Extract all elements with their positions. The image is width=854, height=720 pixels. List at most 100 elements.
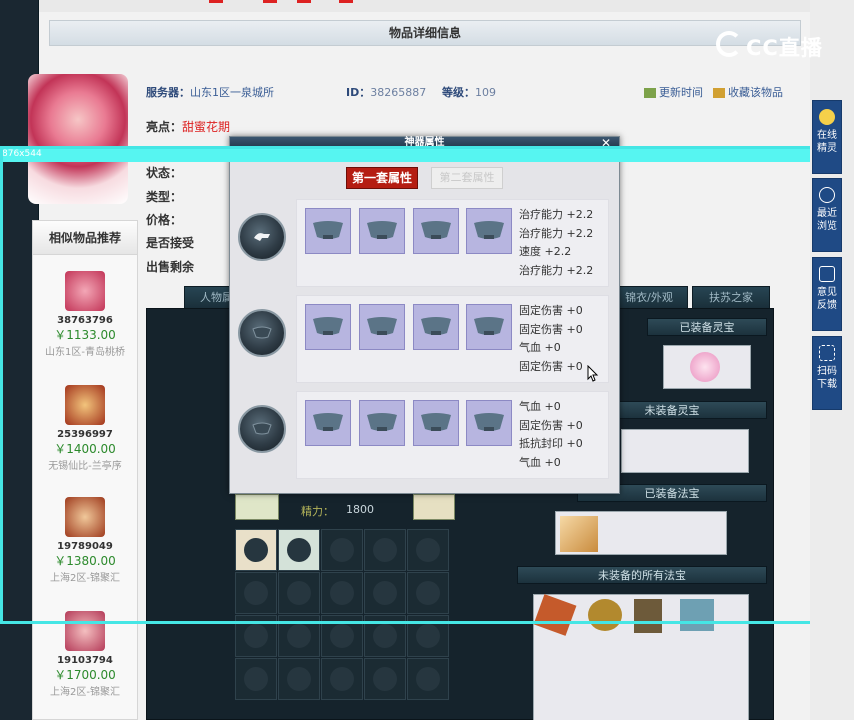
favorite-link[interactable]: 收藏该物品 [713,84,783,100]
slot-item[interactable] [466,400,512,446]
similar-item-thumb[interactable] [65,611,105,651]
slot-item[interactable] [305,304,351,350]
empty-slot[interactable] [321,529,363,571]
weapon-item-icon[interactable] [533,594,577,636]
similar-item[interactable]: 19103794 ￥1700.00 上海2区-锦聚汇 [33,611,137,698]
attribute-row-1: 治疗能力 +2.2 治疗能力 +2.2 速度 +2.2 治疗能力 +2.2 [296,199,609,287]
empty-slot[interactable] [407,572,449,614]
mouse-cursor-icon [587,365,599,382]
sidebar-feedback[interactable]: 意见 反馈 [812,257,842,331]
slot-item[interactable] [305,400,351,446]
highlight-field: 亮点：甜蜜花期 [146,120,231,134]
stat-line: 抵抗封印 +0 [519,437,583,450]
empty-slot[interactable] [235,658,277,700]
left-item-slot[interactable] [235,494,279,520]
slot-item[interactable] [359,208,405,254]
stat-line: 治疗能力 +2.2 [519,226,594,240]
similar-item-thumb[interactable] [65,385,105,425]
stat-line: 气血 +0 [519,400,561,413]
bow-item-icon[interactable] [680,599,714,631]
attribute-row-3: 气血 +0 固定伤害 +0 抵抗封印 +0 气血 +0 [296,391,609,479]
stat-line: 气血 +0 [519,341,561,354]
edit-icon [819,266,835,282]
id-value: 38265887 [370,86,427,99]
pendant-item[interactable] [278,529,320,571]
empty-slot[interactable] [235,572,277,614]
scan-icon [819,345,835,361]
sidebar-recent[interactable]: 最近 浏览 [812,178,842,252]
remaining-label: 出售剩余 [146,260,195,274]
similar-item[interactable]: 38763796 ￥1133.00 山东1区-青岛桃桥 [33,271,137,358]
slot-item[interactable] [359,304,405,350]
tab-attribute-set-2[interactable]: 第二套属性 [431,167,503,189]
cc-logo-icon [716,31,742,57]
empty-slot[interactable] [364,615,406,657]
empty-slot[interactable] [407,615,449,657]
bowl-icon [313,221,343,239]
top-strip [39,0,811,12]
id-label: ID： [346,86,371,99]
info-row: 服务器：山东1区一泉城所 ID：38265887 等级：109 更新时间 收藏该… [146,84,783,100]
bowl-icon [474,317,504,335]
type-label: 类型： [146,190,183,204]
stat-list: 气血 +0 固定伤害 +0 抵抗封印 +0 气血 +0 [519,398,609,472]
empty-slot[interactable] [321,658,363,700]
bowl-icon [421,221,451,239]
lotus-icon[interactable] [690,352,720,382]
highlight-value[interactable]: 甜蜜花期 [182,120,230,134]
tab-attribute-set-1[interactable]: 第一套属性 [346,167,418,189]
figure-item-icon[interactable] [634,599,662,633]
slot-item[interactable] [413,208,459,254]
bowl-icon [474,221,504,239]
bowl-icon [313,413,343,431]
stat-line: 气血 +0 [519,455,561,469]
slot-item[interactable] [413,304,459,350]
slot-item[interactable] [466,208,512,254]
similar-item-thumb[interactable] [65,497,105,537]
slot-item[interactable] [359,400,405,446]
artifact-circle-1[interactable] [238,213,286,261]
equipped-lingbao-box [663,345,751,389]
empty-slot[interactable] [364,529,406,571]
stat-line: 固定伤害 +0 [519,322,583,336]
similar-item[interactable]: 25396997 ￥1400.00 无锡仙比-兰亭序 [33,385,137,472]
cc-live-watermark: CC直播 [716,30,828,60]
similar-items-panel: 相似物品推荐 38763796 ￥1133.00 山东1区-青岛桃桥 25396… [32,220,138,720]
empty-slot[interactable] [407,658,449,700]
slot-item[interactable] [413,400,459,446]
similar-item-thumb[interactable] [65,271,105,311]
update-link[interactable]: 更新时间 [644,84,703,100]
empty-slot[interactable] [278,615,320,657]
artifact-glyph-icon [252,326,272,339]
ring-item[interactable] [235,529,277,571]
tab-outfit[interactable]: 锦衣/外观 [610,286,688,308]
empty-slot[interactable] [407,529,449,571]
empty-slot[interactable] [278,658,320,700]
empty-slot[interactable] [321,572,363,614]
empty-slot[interactable] [364,572,406,614]
stat-line: 治疗能力 +2.2 [519,263,594,277]
slot-item[interactable] [466,304,512,350]
slot-item[interactable] [305,208,351,254]
stat-list: 治疗能力 +2.2 治疗能力 +2.2 速度 +2.2 治疗能力 +2.2 [519,206,609,280]
genie-icon [819,109,835,125]
tab-home[interactable]: 扶苏之家 [692,286,770,308]
empty-slot[interactable] [364,658,406,700]
similar-item[interactable]: 19789049 ￥1380.00 上海2区-锦聚汇 [33,497,137,584]
artifact-circle-3[interactable] [238,405,286,453]
empty-slot[interactable] [321,615,363,657]
sidebar-scan[interactable]: 扫码 下载 [812,336,842,410]
star-icon [713,88,725,98]
sidebar-online-genie[interactable]: 在线 精灵 [812,100,842,174]
capture-overlay-bar [0,146,820,162]
empty-slot[interactable] [278,572,320,614]
artifact-glyph-icon [254,233,270,241]
right-item-slot[interactable] [413,494,455,520]
attribute-row-2: 固定伤害 +0 固定伤害 +0 气血 +0 固定伤害 +0 [296,295,609,383]
empty-slot[interactable] [235,615,277,657]
bowl-icon [367,317,397,335]
artifact-circle-2[interactable] [238,309,286,357]
gourd-item-icon[interactable] [588,599,622,631]
character-avatar [28,74,128,204]
scroll-icon[interactable] [560,516,598,552]
